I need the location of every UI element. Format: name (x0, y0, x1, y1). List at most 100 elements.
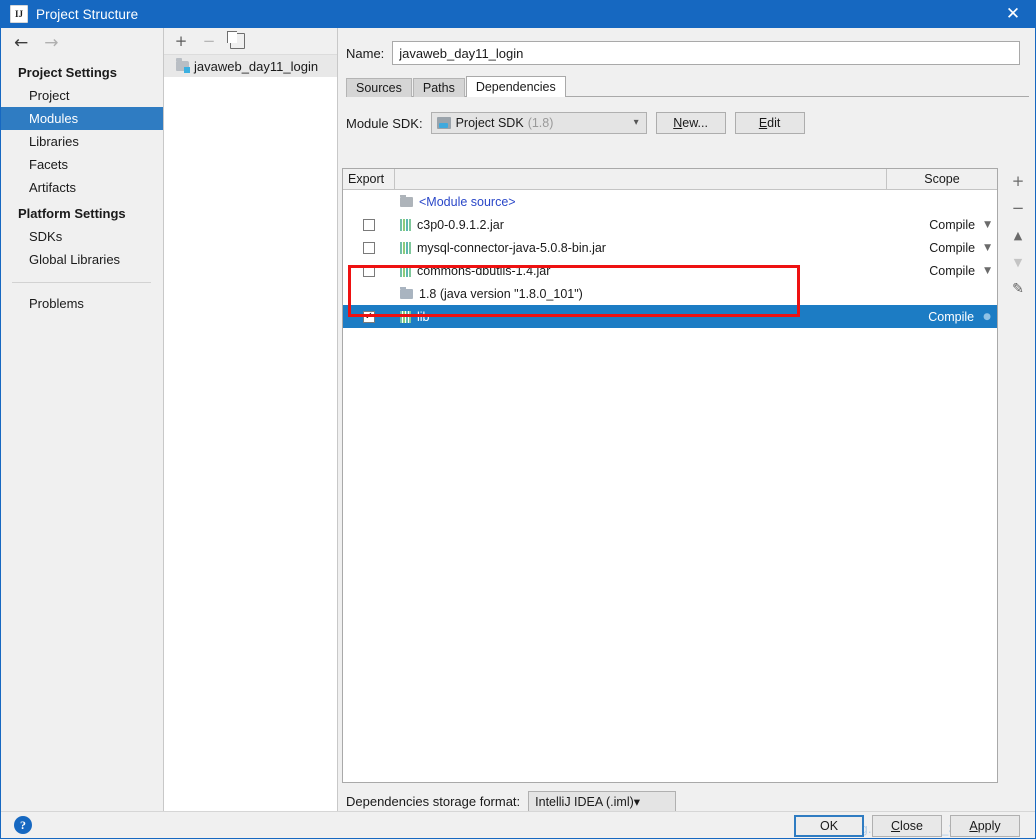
dialog-body: ← → Project Settings Project Modules Lib… (0, 28, 1036, 812)
add-module-button[interactable]: + (173, 33, 189, 49)
intellij-idea-icon: IJ (10, 5, 28, 23)
sidebar-group-platform-settings: Platform Settings (18, 206, 126, 221)
move-down-button: ▼ (1013, 255, 1023, 269)
sidebar-item-modules[interactable]: Modules (0, 107, 163, 130)
module-config-panel: Name: Sources Paths Dependencies Module … (339, 28, 1036, 812)
sidebar-nav: ← → (0, 28, 163, 58)
column-header-scope[interactable]: Scope (887, 169, 997, 189)
sidebar-item-artifacts[interactable]: Artifacts (0, 176, 163, 199)
chevron-down-icon: ▼ (984, 265, 991, 276)
dependency-name: c3p0-0.9.1.2.jar (417, 217, 504, 232)
table-row[interactable]: <Module source> (343, 190, 997, 213)
ok-button[interactable]: OK (794, 815, 864, 837)
chevron-down-icon: ▾ (633, 795, 641, 809)
scope-cell[interactable]: Compile ▼ (881, 264, 997, 278)
title-bar: IJ Project Structure ✕ (0, 0, 1036, 28)
back-arrow-icon[interactable]: ← (14, 34, 28, 52)
chevron-down-icon: ▼ (984, 219, 991, 230)
module-list-item[interactable]: javaweb_day11_login (164, 55, 337, 77)
scope-cell[interactable]: Compile ▼ (881, 241, 997, 255)
scope-value: Compile (928, 309, 975, 324)
table-row[interactable]: commons-dbutils-1.4.jar Compile ▼ (343, 259, 997, 282)
sidebar-item-facets[interactable]: Facets (0, 153, 163, 176)
sidebar-divider (12, 282, 151, 283)
sidebar-item-global-libraries[interactable]: Global Libraries (0, 248, 163, 271)
jar-icon (400, 218, 411, 231)
config-tabs: Sources Paths Dependencies (346, 76, 1036, 97)
dependency-name: 1.8 (java version "1.8.0_101") (419, 286, 583, 301)
remove-module-button: − (202, 31, 216, 50)
export-checkbox-cell[interactable] (343, 218, 395, 231)
tab-dependencies[interactable]: Dependencies (465, 76, 566, 97)
sidebar-item-problems[interactable]: Problems (0, 292, 163, 315)
module-sdk-version: (1.8) (527, 116, 554, 130)
sidebar-group-project-settings: Project Settings (18, 65, 117, 80)
remove-dependency-button[interactable]: − (1008, 199, 1028, 217)
table-row[interactable]: c3p0-0.9.1.2.jar Compile ▼ (343, 213, 997, 236)
jar-icon (400, 310, 411, 323)
export-checkbox-cell[interactable] (343, 241, 395, 254)
forward-arrow-icon: → (44, 32, 59, 53)
storage-format-select[interactable]: IntelliJ IDEA (.iml) ▾ (528, 791, 677, 812)
storage-format-value: IntelliJ IDEA (.iml) (535, 794, 634, 809)
dependency-name: mysql-connector-java-5.0.8-bin.jar (417, 240, 606, 255)
module-icon (176, 58, 190, 73)
jdk-icon (400, 286, 413, 299)
scope-cell[interactable]: Compile ● (881, 310, 997, 324)
dependencies-table: Export Scope <Module source> c3p0-0.9.1.… (342, 168, 998, 783)
dependency-name-cell: mysql-connector-java-5.0.8-bin.jar (395, 241, 881, 255)
sidebar-item-sdks[interactable]: SDKs (0, 225, 163, 248)
jar-icon (400, 241, 411, 254)
name-label: Name: (346, 45, 385, 61)
footer-buttons: OK Close Apply (794, 815, 1020, 837)
module-sdk-select[interactable]: Project SDK (1.8) ▾ (430, 112, 647, 134)
export-checkbox[interactable] (363, 264, 375, 277)
add-dependency-button[interactable]: + (1008, 172, 1028, 190)
sidebar-item-libraries[interactable]: Libraries (0, 130, 163, 153)
scope-value: Compile (929, 240, 976, 255)
table-row-selected[interactable]: ✓ lib Compile ● (343, 305, 997, 328)
module-list-item-label: javaweb_day11_login (194, 58, 319, 74)
dialog-footer: ? https://blog.csdn.net/qq_38050100 OK C… (0, 811, 1036, 840)
move-up-button[interactable]: ▲ (1008, 226, 1028, 244)
name-row: Name: (346, 40, 1020, 66)
apply-button[interactable]: Apply (950, 815, 1020, 837)
dependency-name: <Module source> (419, 194, 516, 209)
export-checkbox-cell[interactable]: ✓ (343, 310, 395, 323)
export-checkbox[interactable] (363, 218, 375, 231)
export-checkbox-cell[interactable] (343, 264, 395, 277)
close-button[interactable]: Close (872, 815, 942, 837)
sidebar-item-project[interactable]: Project (0, 84, 163, 107)
module-list-panel: + − javaweb_day11_login (164, 28, 338, 811)
module-sdk-row: Module SDK: Project SDK (1.8) ▾ New... E… (346, 111, 1036, 135)
scope-value: Compile (929, 263, 976, 278)
tab-sources[interactable]: Sources (346, 78, 412, 97)
tab-paths[interactable]: Paths (412, 78, 465, 97)
dependency-name-cell: c3p0-0.9.1.2.jar (395, 218, 881, 232)
column-header-name (395, 169, 887, 189)
edit-sdk-button[interactable]: Edit (734, 112, 805, 134)
scope-cell[interactable]: Compile ▼ (881, 218, 997, 232)
close-icon[interactable]: ✕ (990, 0, 1036, 28)
module-sdk-value: Project SDK (455, 116, 524, 130)
scope-value: Compile (929, 217, 976, 232)
edit-dependency-icon[interactable]: ✎ (1008, 280, 1028, 298)
module-name-input[interactable] (392, 41, 1020, 65)
table-row[interactable]: mysql-connector-java-5.0.8-bin.jar Compi… (343, 236, 997, 259)
window-title: Project Structure (36, 6, 139, 22)
help-icon[interactable]: ? (14, 816, 32, 834)
jar-icon (400, 264, 411, 277)
column-header-export[interactable]: Export (343, 169, 395, 189)
new-sdk-button[interactable]: New... (655, 112, 726, 134)
dependency-name: lib (417, 309, 430, 324)
dependency-actions-toolbar: + − ▲ ▼ ✎ (1004, 168, 1032, 787)
table-header: Export Scope (343, 169, 997, 190)
export-checkbox-checked[interactable]: ✓ (363, 310, 375, 323)
storage-format-row: Dependencies storage format: IntelliJ ID… (346, 791, 677, 812)
export-checkbox[interactable] (363, 241, 375, 254)
dependency-name-cell: <Module source> (395, 194, 881, 209)
sdk-icon (436, 117, 451, 129)
table-row[interactable]: 1.8 (java version "1.8.0_101") (343, 282, 997, 305)
settings-sidebar: ← → Project Settings Project Modules Lib… (0, 28, 164, 811)
copy-module-icon[interactable] (226, 31, 245, 49)
